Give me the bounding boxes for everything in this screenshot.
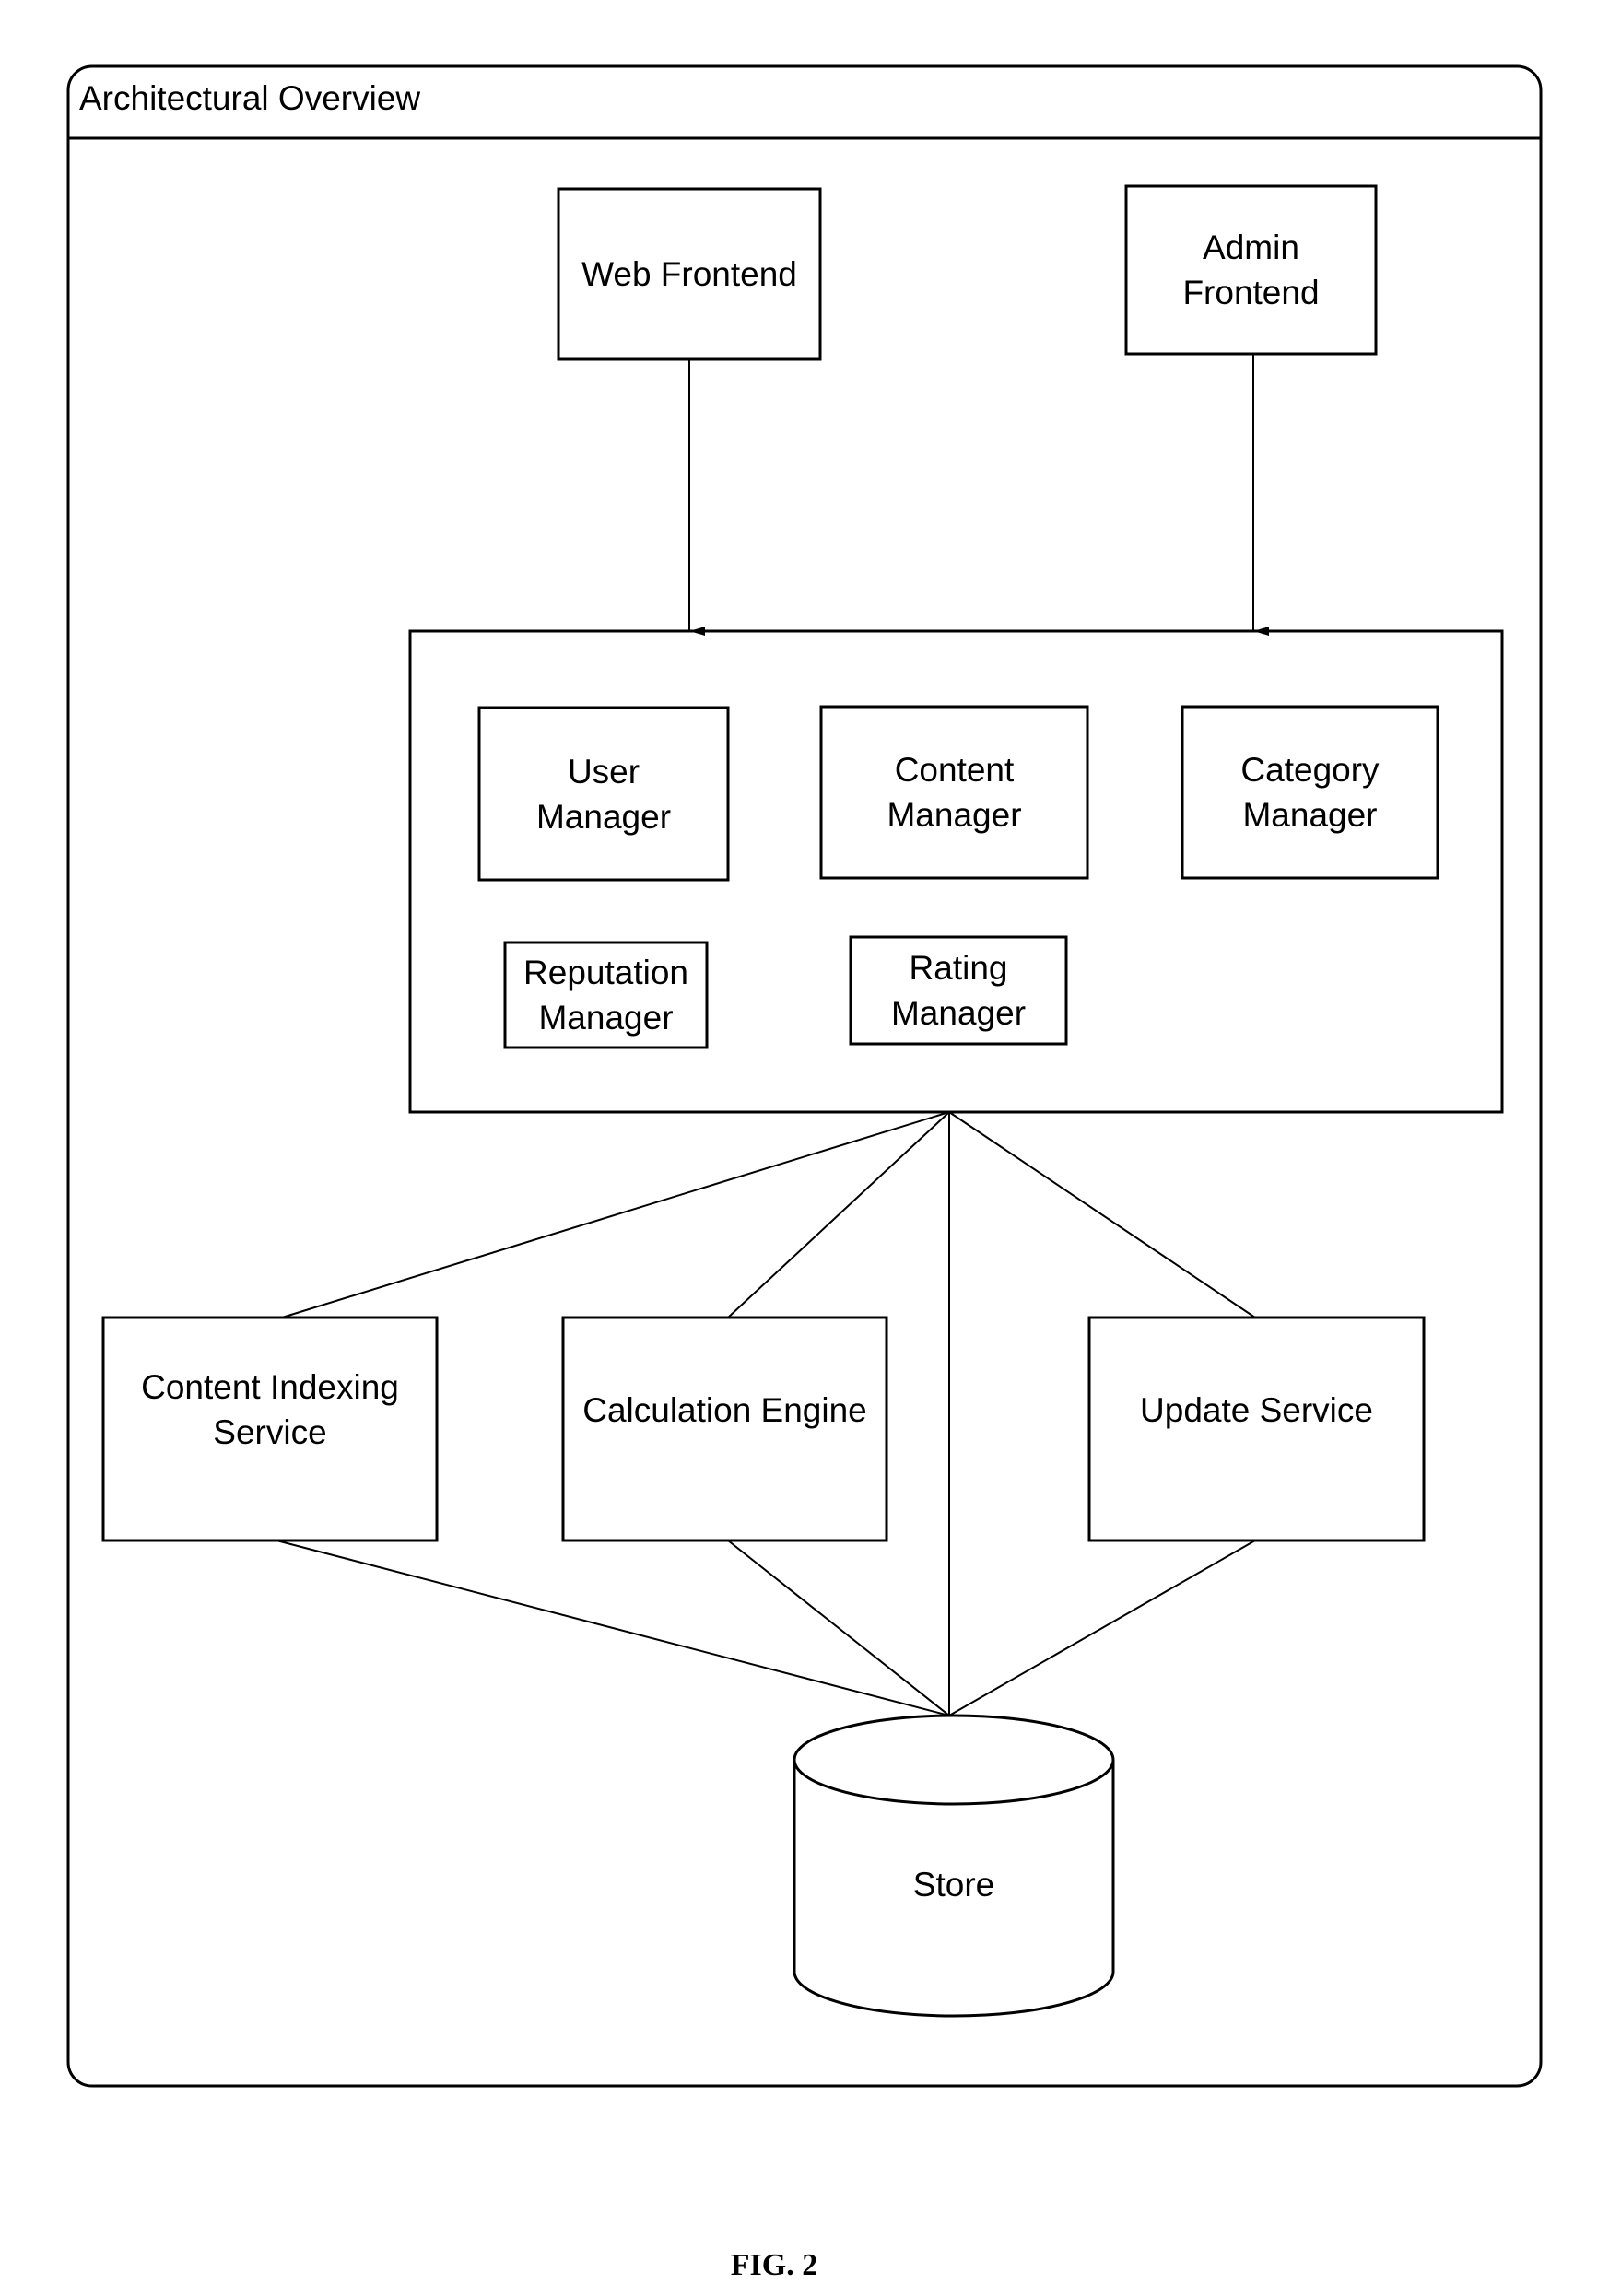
- content-manager-label: Content Manager: [887, 751, 1022, 834]
- rating-manager-label: Rating Manager: [890, 949, 1027, 1032]
- edge-managers-to-calc: [727, 1111, 950, 1318]
- store-label: Store: [912, 1865, 995, 1904]
- edge-managers-to-update: [948, 1111, 1256, 1318]
- figure-caption: FIG. 2: [730, 2248, 818, 2282]
- content-indexing-service-label: Content Indexing Service: [141, 1368, 399, 1451]
- admin-frontend-label: Admin Frontend: [1182, 228, 1320, 311]
- diagram-title: Architectural Overview: [79, 79, 421, 117]
- edge-indexing-to-store: [276, 1540, 950, 1716]
- edge-update-to-store: [948, 1540, 1256, 1716]
- edge-calc-to-store: [727, 1540, 950, 1716]
- user-manager-label: User Manager: [535, 752, 672, 836]
- edge-managers-to-indexing: [281, 1111, 950, 1318]
- reputation-manager-label: Reputation Manager: [523, 954, 688, 1037]
- calculation-engine-label: Calculation Engine: [582, 1390, 867, 1429]
- category-manager-label: Category Manager: [1240, 751, 1380, 834]
- update-service-label: Update Service: [1140, 1390, 1373, 1429]
- web-frontend-label: Web Frontend: [581, 255, 797, 293]
